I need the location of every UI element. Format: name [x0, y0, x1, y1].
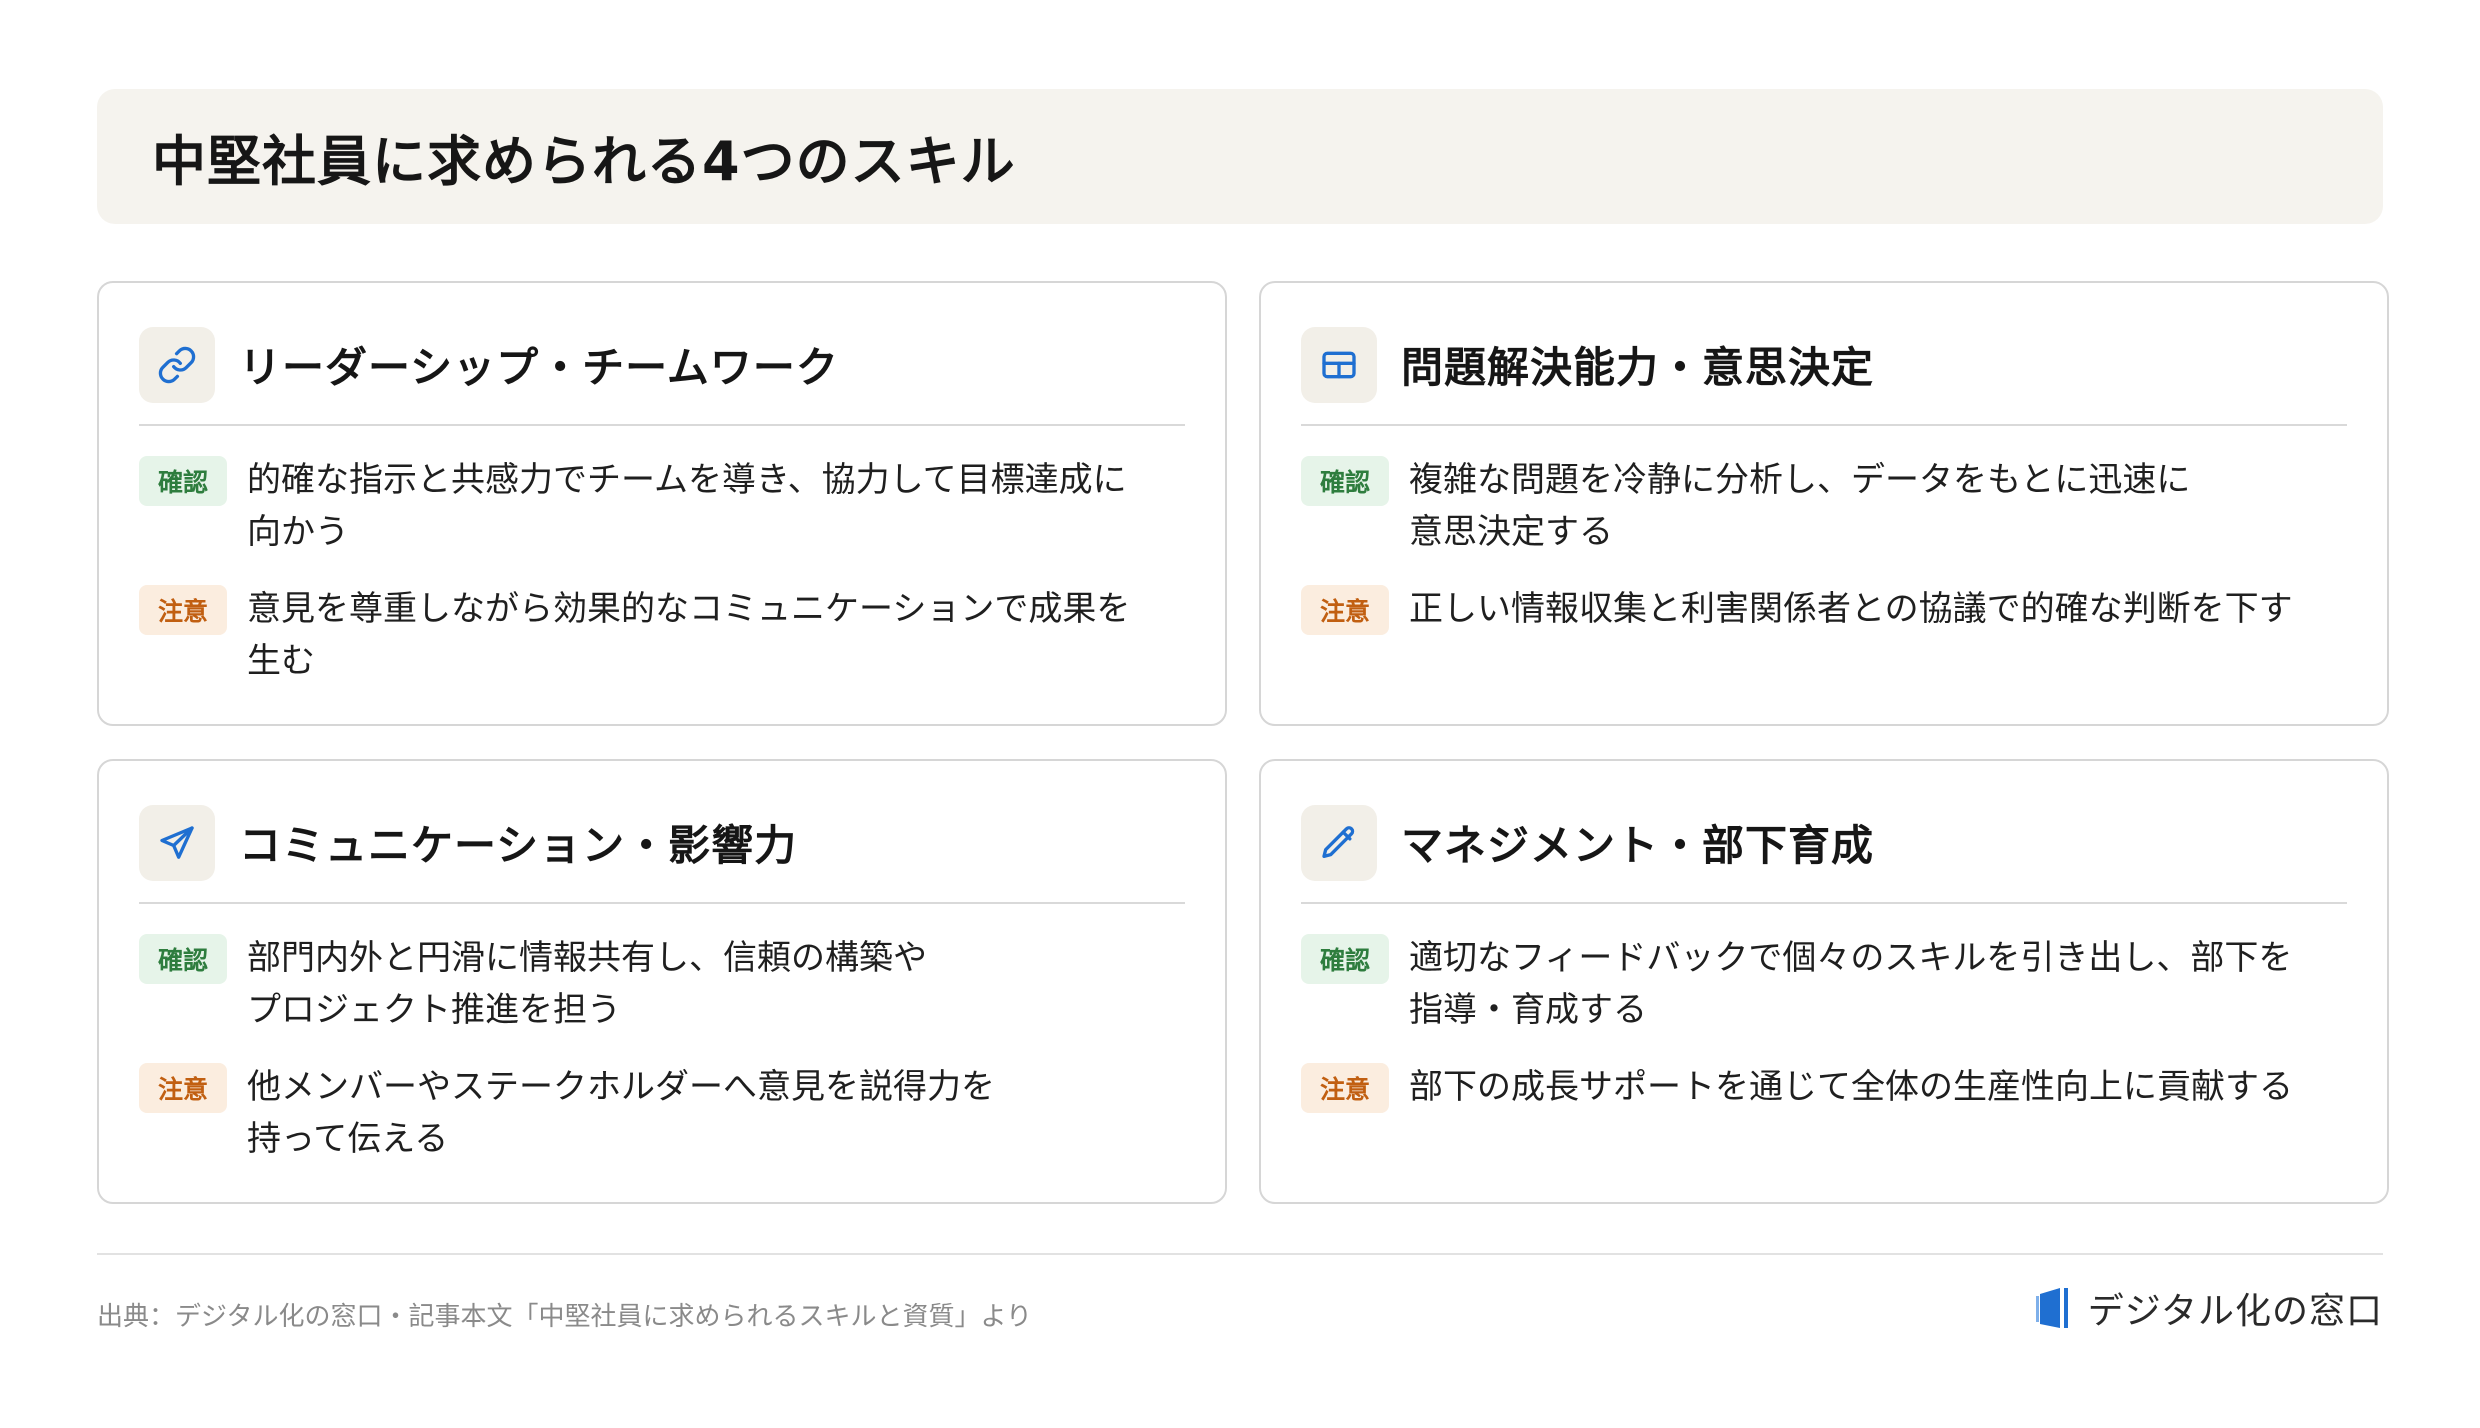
confirm-row: 確認 複雑な問題を冷静に分析し、データをもとに迅速に 意思決定する: [1301, 454, 2357, 558]
footer-divider: [97, 1253, 2383, 1255]
source-citation: 出典：デジタル化の窓口・記事本文「中堅社員に求められるスキルと資質」より: [97, 1302, 1032, 1332]
caution-badge: 注意: [139, 585, 227, 635]
infographic-page: 中堅社員に求められる4つのスキル リーダーシップ・チームワーク 確認 的確な指示…: [0, 0, 2480, 1428]
caution-text: 意見を尊重しながら効果的なコミュニケーションで成果を 生む: [247, 589, 1131, 681]
confirm-row: 確認 部門内外と円滑に情報共有し、信頼の構築や プロジェクト推進を担う: [139, 932, 1195, 1036]
skill-card-management: マネジメント・部下育成 確認 適切なフィードバックで個々のスキルを引き出し、部下…: [1259, 759, 2389, 1204]
caution-badge: 注意: [1301, 585, 1389, 635]
grid-icon: [1301, 326, 1377, 403]
confirm-badge: 確認: [1301, 456, 1389, 506]
card-title: コミュニケーション・影響力: [239, 821, 798, 870]
caution-text: 部下の成長サポートを通じて全体の生産性向上に貢献する: [1409, 1067, 2293, 1107]
card-header: マネジメント・部下育成: [1301, 801, 2347, 884]
title-banner: 中堅社員に求められる4つのスキル: [97, 89, 2383, 224]
brand-logo: デジタル化の窓口: [2034, 1282, 2383, 1334]
divider: [1301, 902, 2347, 904]
caution-row: 注意 他メンバーやステークホルダーへ意見を説得力を 持って伝える: [139, 1061, 1195, 1165]
confirm-badge: 確認: [139, 456, 227, 506]
skill-card-leadership: リーダーシップ・チームワーク 確認 的確な指示と共感力でチームを導き、協力して目…: [97, 281, 1227, 726]
window-logo-icon: [2035, 1288, 2068, 1328]
card-header: リーダーシップ・チームワーク: [139, 323, 1185, 406]
caution-text: 正しい情報収集と利害関係者との協議で的確な判断を下す: [1409, 589, 2293, 629]
confirm-text: 部門内外と円滑に情報共有し、信頼の構築や プロジェクト推進を担う: [247, 938, 927, 1030]
card-title: マネジメント・部下育成: [1401, 821, 1875, 870]
confirm-badge: 確認: [1301, 934, 1389, 984]
caution-text: 他メンバーやステークホルダーへ意見を説得力を 持って伝える: [247, 1067, 995, 1159]
caution-row: 注意 正しい情報収集と利害関係者との協議で的確な判断を下す: [1301, 583, 2357, 635]
logo-text: デジタル化の窓口: [2087, 1291, 2383, 1332]
page-title: 中堅社員に求められる4つのスキル: [152, 130, 1016, 193]
pencil-icon: [1301, 804, 1377, 881]
confirm-text: 適切なフィードバックで個々のスキルを引き出し、部下を 指導・育成する: [1409, 938, 2293, 1030]
confirm-row: 確認 適切なフィードバックで個々のスキルを引き出し、部下を 指導・育成する: [1301, 932, 2357, 1036]
caution-row: 注意 意見を尊重しながら効果的なコミュニケーションで成果を 生む: [139, 583, 1195, 687]
confirm-text: 複雑な問題を冷静に分析し、データをもとに迅速に 意思決定する: [1409, 460, 2191, 552]
card-header: 問題解決能力・意思決定: [1301, 323, 2347, 406]
confirm-row: 確認 的確な指示と共感力でチームを導き、協力して目標達成に 向かう: [139, 454, 1195, 558]
caution-badge: 注意: [1301, 1063, 1389, 1113]
card-header: コミュニケーション・影響力: [139, 801, 1185, 884]
divider: [1301, 424, 2347, 426]
card-title: リーダーシップ・チームワーク: [239, 343, 839, 392]
caution-badge: 注意: [139, 1063, 227, 1113]
caution-row: 注意 部下の成長サポートを通じて全体の生産性向上に貢献する: [1301, 1061, 2357, 1113]
confirm-badge: 確認: [139, 934, 227, 984]
divider: [139, 902, 1185, 904]
link-icon: [139, 326, 215, 403]
send-icon: [139, 804, 215, 881]
confirm-text: 的確な指示と共感力でチームを導き、協力して目標達成に 向かう: [247, 460, 1127, 552]
skill-card-communication: コミュニケーション・影響力 確認 部門内外と円滑に情報共有し、信頼の構築や プロ…: [97, 759, 1227, 1204]
card-title: 問題解決能力・意思決定: [1401, 343, 1875, 392]
divider: [139, 424, 1185, 426]
skill-card-problem-solving: 問題解決能力・意思決定 確認 複雑な問題を冷静に分析し、データをもとに迅速に 意…: [1259, 281, 2389, 726]
